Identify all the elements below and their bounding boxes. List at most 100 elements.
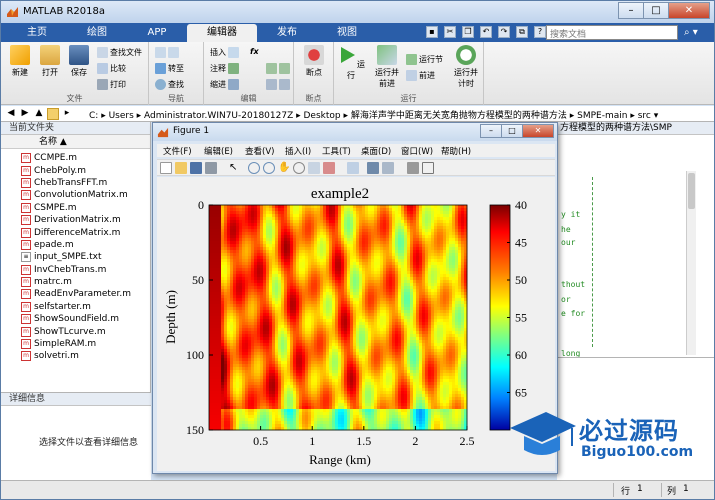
menu-insert[interactable]: 插入(I): [285, 145, 311, 157]
file-item[interactable]: m ShowTLcurve.m: [1, 325, 150, 337]
tab-apps[interactable]: APP: [127, 24, 187, 42]
file-item[interactable]: m DerivationMatrix.m: [1, 214, 150, 226]
menu-tools[interactable]: 工具(T): [322, 145, 351, 157]
file-item[interactable]: m ReadEnvParameter.m: [1, 288, 150, 300]
zoom-in-icon[interactable]: [248, 162, 260, 174]
pan-icon[interactable]: ✋: [278, 162, 290, 174]
new-figure-icon[interactable]: [160, 162, 172, 174]
menu-window[interactable]: 窗口(W): [401, 145, 433, 157]
run-advance-button[interactable]: 运行并 前进: [370, 45, 404, 89]
pointer-icon[interactable]: ↖: [229, 162, 241, 174]
file-item[interactable]: m ChebTransFFT.m: [1, 177, 150, 189]
insert-button[interactable]: 插入: [210, 47, 239, 58]
run-section-button[interactable]: 运行节: [406, 54, 443, 65]
heatmap-plot[interactable]: example2 0.5 1 1.5 2 2.5050100150 Range (km)…: [157, 177, 555, 471]
minimize-button[interactable]: –: [618, 2, 644, 19]
brush-icon[interactable]: [323, 162, 335, 174]
find-files-button[interactable]: 查找文件: [97, 47, 142, 58]
file-item[interactable]: m ShowSoundField.m: [1, 313, 150, 325]
figure-minimize-button[interactable]: –: [480, 124, 502, 138]
save-button[interactable]: 保存: [64, 45, 94, 78]
scrollbar-thumb[interactable]: [688, 173, 695, 209]
goto-button[interactable]: 转至: [155, 63, 184, 74]
find-button[interactable]: 查找: [155, 79, 184, 90]
menu-desktop[interactable]: 桌面(D): [361, 145, 391, 157]
link-plot-icon[interactable]: [347, 162, 359, 174]
breadcrumb-users[interactable]: Users: [109, 111, 134, 121]
tab-editor[interactable]: 编辑器: [187, 24, 257, 42]
search-icon[interactable]: ⌕ ▾: [684, 27, 712, 39]
file-item[interactable]: m DifferenceMatrix.m: [1, 226, 150, 238]
undo-icon[interactable]: ↶: [480, 26, 492, 38]
file-item[interactable]: m epade.m: [1, 239, 150, 251]
breadcrumb-project[interactable]: 解海洋声学中距离无关宽角抛物方程模型的两种谱方法: [351, 111, 567, 121]
file-item[interactable]: m selfstarter.m: [1, 301, 150, 313]
open-button[interactable]: 打开: [35, 45, 65, 78]
file-item[interactable]: m SimpleRAM.m: [1, 338, 150, 350]
new-button[interactable]: 新建: [5, 45, 35, 78]
file-item[interactable]: m ConvolutionMatrix.m: [1, 189, 150, 201]
rotate-icon[interactable]: [293, 162, 305, 174]
advance-button[interactable]: 前进: [406, 70, 435, 81]
tab-home[interactable]: 主页: [7, 24, 67, 42]
breadcrumb-smpe[interactable]: SMPE-main: [577, 111, 627, 121]
percent-icon[interactable]: [266, 63, 290, 74]
figure-maximize-button[interactable]: □: [501, 124, 523, 138]
menu-help[interactable]: 帮助(H): [441, 145, 471, 157]
breakpoints-button[interactable]: 断点: [299, 45, 329, 78]
fx-button[interactable]: fx: [250, 47, 259, 56]
breadcrumb-drive[interactable]: C:: [89, 111, 98, 121]
redo-icon[interactable]: ↷: [498, 26, 510, 38]
address-bar[interactable]: ◀ ▶ ▲ ▸ C: ▸ Users ▸ Administrator.WIN7U…: [1, 106, 714, 122]
save-quick-icon[interactable]: ▪: [426, 26, 438, 38]
comment-button[interactable]: 注释: [210, 63, 239, 74]
hide-tools-icon[interactable]: [407, 162, 419, 174]
tab-view[interactable]: 视图: [317, 24, 377, 42]
file-item[interactable]: m ChebPoly.m: [1, 164, 150, 176]
file-item[interactable]: m CCMPE.m: [1, 152, 150, 164]
run-time-button[interactable]: 运行并 计时: [449, 45, 483, 89]
breadcrumb-src[interactable]: src: [638, 111, 651, 121]
file-item[interactable]: ≡ input_SMPE.txt: [1, 251, 150, 263]
compare-button[interactable]: 比较: [97, 63, 126, 74]
breadcrumb-desktop[interactable]: Desktop: [304, 111, 341, 121]
folder-tree-icon[interactable]: ▸: [61, 108, 73, 120]
file-item[interactable]: m solvetri.m: [1, 350, 150, 362]
copy-icon[interactable]: ❐: [462, 26, 474, 38]
up-folder-icon[interactable]: ▲: [33, 108, 45, 120]
help-icon[interactable]: ?: [534, 26, 546, 38]
indent-button[interactable]: 缩进: [210, 79, 239, 90]
nav-arrows-icon[interactable]: [155, 47, 179, 58]
browse-folder-icon[interactable]: [47, 108, 59, 120]
run-button[interactable]: 运行: [336, 45, 366, 81]
tab-publish[interactable]: 发布: [257, 24, 317, 42]
cut-icon[interactable]: ✂: [444, 26, 456, 38]
search-input[interactable]: 搜索文档: [546, 25, 678, 40]
menu-view[interactable]: 查看(V): [245, 145, 274, 157]
file-item[interactable]: m matrc.m: [1, 276, 150, 288]
save-figure-icon[interactable]: [190, 162, 202, 174]
tab-plots[interactable]: 绘图: [67, 24, 127, 42]
switch-windows-icon[interactable]: ⧉: [516, 26, 528, 38]
forward-icon[interactable]: ▶: [19, 108, 31, 120]
data-cursor-icon[interactable]: [308, 162, 320, 174]
close-button[interactable]: ✕: [668, 2, 710, 19]
print-figure-icon[interactable]: [205, 162, 217, 174]
figure-close-button[interactable]: ✕: [522, 124, 554, 138]
name-column-header[interactable]: 名称 ▲: [1, 135, 150, 149]
zoom-out-icon[interactable]: [263, 162, 275, 174]
legend-icon[interactable]: [382, 162, 394, 174]
menu-file[interactable]: 文件(F): [163, 145, 192, 157]
editor-scrollbar[interactable]: [686, 171, 696, 355]
back-icon[interactable]: ◀: [5, 108, 17, 120]
file-item[interactable]: m InvChebTrans.m: [1, 264, 150, 276]
figure-window[interactable]: Figure 1 – □ ✕ 文件(F) 编辑(E) 查看(V) 插入(I) 工…: [152, 122, 558, 474]
menu-edit[interactable]: 编辑(E): [204, 145, 233, 157]
open-file-icon[interactable]: [175, 162, 187, 174]
dock-icon[interactable]: [422, 162, 434, 174]
colorbar-icon[interactable]: [367, 162, 379, 174]
maximize-button[interactable]: □: [643, 2, 669, 19]
file-item[interactable]: m CSMPE.m: [1, 202, 150, 214]
print-button[interactable]: 打印: [97, 79, 126, 90]
smart-indent-icon[interactable]: [266, 79, 290, 90]
